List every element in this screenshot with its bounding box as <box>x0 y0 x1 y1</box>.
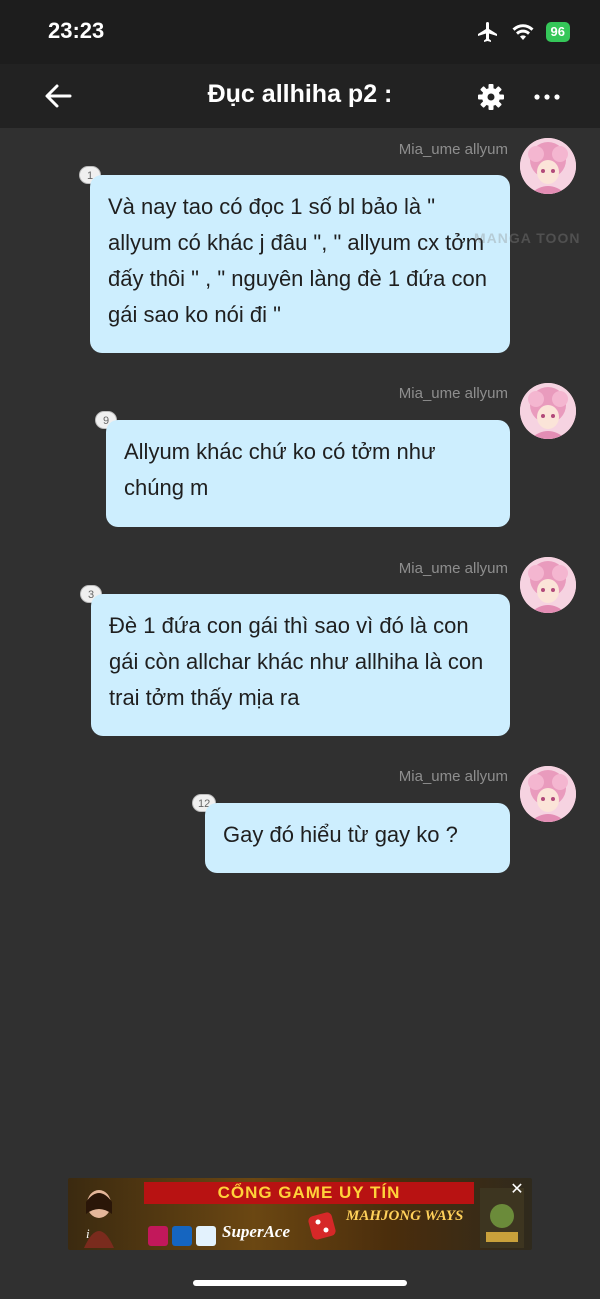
message-bubble[interactable]: Gay đó hiểu từ gay ko ? <box>205 803 510 873</box>
zalopay-logo-icon <box>196 1226 216 1246</box>
avatar-image-icon <box>520 557 576 613</box>
sender-name: Mia_ume allyum <box>398 768 508 785</box>
avatar-image-icon <box>520 138 576 194</box>
avatar-image-icon <box>520 766 576 822</box>
gear-icon[interactable] <box>476 82 506 112</box>
avatar[interactable] <box>520 766 576 822</box>
status-bar: 23:23 96 <box>0 0 600 64</box>
sender-name: Mia_ume allyum <box>398 385 508 402</box>
sender-name: Mia_ume allyum <box>398 560 508 577</box>
avatar[interactable] <box>520 138 576 194</box>
ad-character-image <box>84 1190 114 1248</box>
message-bubble[interactable]: Đè 1 đứa con gái thì sao vì đó là con gá… <box>91 594 510 736</box>
page-title: Đục allhiha p2 : <box>207 80 393 108</box>
more-options-icon[interactable] <box>532 82 562 112</box>
wifi-icon <box>512 24 534 40</box>
dice-icon <box>308 1212 336 1240</box>
payoo-logo-icon <box>172 1226 192 1246</box>
message-bubble[interactable]: Và nay tao có đọc 1 số bl bảo là " allyu… <box>90 175 510 353</box>
ad-title: CỔNG GAME UY TÍN <box>144 1182 474 1204</box>
nav-bar: Đục allhiha p2 : <box>0 64 600 128</box>
ad-info-icon[interactable]: i <box>86 1226 90 1242</box>
sender-name: Mia_ume allyum <box>398 141 508 158</box>
message-bubble[interactable]: Allyum khác chứ ko có tởm như chúng m <box>106 420 510 527</box>
close-icon[interactable]: ✕ <box>508 1180 526 1198</box>
watermark: MANGA TOON <box>474 230 581 246</box>
home-indicator[interactable] <box>193 1280 407 1286</box>
battery-indicator: 96 <box>545 22 570 42</box>
avatar[interactable] <box>520 383 576 439</box>
avatar-image-icon <box>520 383 576 439</box>
status-time: 23:23 <box>48 18 105 43</box>
airplane-icon <box>477 22 497 42</box>
ad-banner[interactable]: CỔNG GAME UY TÍN SuperAce MAHJONG WAYS i… <box>68 1178 532 1250</box>
ad-brand-superace: SuperAce <box>222 1222 290 1241</box>
momo-logo-icon <box>148 1226 168 1246</box>
avatar[interactable] <box>520 557 576 613</box>
status-icons: 96 <box>476 20 570 44</box>
ad-brand-mahjong: MAHJONG WAYS <box>346 1208 464 1224</box>
